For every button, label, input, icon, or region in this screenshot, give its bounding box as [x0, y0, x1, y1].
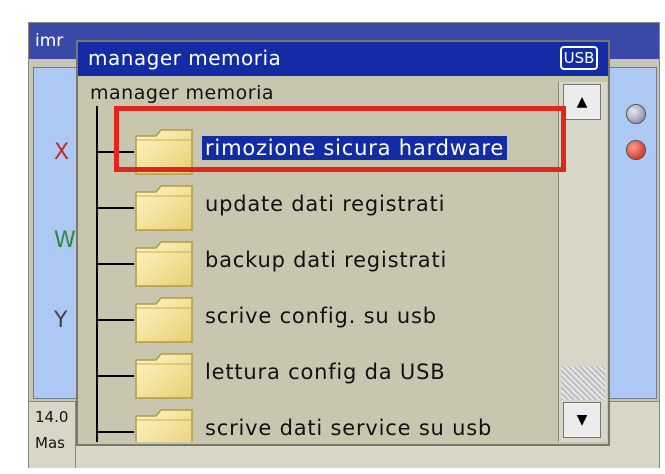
status-led-grey-icon [626, 104, 646, 124]
tree-branch-line [96, 375, 134, 377]
tree-root-label: manager memoria [90, 82, 275, 104]
folder-icon [135, 297, 193, 343]
triangle-up-icon: ▲ [576, 94, 588, 110]
axis-label-x: X [54, 140, 70, 165]
scroll-up-button[interactable]: ▲ [563, 84, 601, 120]
tree-item-scrive-service[interactable]: scrive dati service su usb [96, 402, 556, 442]
background-title: imr [35, 31, 64, 51]
tree-branch-line [96, 207, 134, 209]
dialog-title: manager memoria [88, 46, 282, 70]
tree-item-update[interactable]: update dati registrati [96, 178, 556, 234]
dialog-titlebar: manager memoria USB [78, 42, 608, 76]
usb-badge-icon: USB [560, 46, 598, 70]
memory-manager-dialog: manager memoria USB manager memoria rimo… [76, 40, 610, 446]
tree-item-label: scrive config. su usb [205, 304, 437, 328]
status-mode: Mas [35, 434, 65, 452]
tree-item-backup[interactable]: backup dati registrati [96, 234, 556, 290]
folder-icon [135, 409, 193, 442]
tree-item-label: lettura config da USB [205, 360, 446, 384]
tree-item-lettura-config[interactable]: lettura config da USB [96, 346, 556, 402]
tree-item-label: scrive dati service su usb [205, 416, 493, 440]
tree-item-label: backup dati registrati [205, 248, 448, 272]
folder-icon [135, 185, 193, 231]
tree-branch-line [96, 263, 134, 265]
annotation-highlight-box [114, 106, 566, 172]
triangle-down-icon: ▼ [576, 412, 588, 428]
tree-item-label: update dati registrati [205, 192, 446, 216]
folder-icon [135, 353, 193, 399]
axis-label-w: W [54, 228, 76, 253]
scroll-down-button[interactable]: ▼ [563, 402, 601, 438]
folder-icon [135, 241, 193, 287]
tree-branch-line [96, 319, 134, 321]
status-value: 14.0 [35, 408, 69, 426]
tree-branch-line [96, 431, 134, 433]
tree-item-scrive-config[interactable]: scrive config. su usb [96, 290, 556, 346]
scroll-thumb[interactable] [561, 366, 605, 400]
status-led-red-icon [626, 140, 646, 160]
axis-label-y: Y [54, 308, 68, 333]
